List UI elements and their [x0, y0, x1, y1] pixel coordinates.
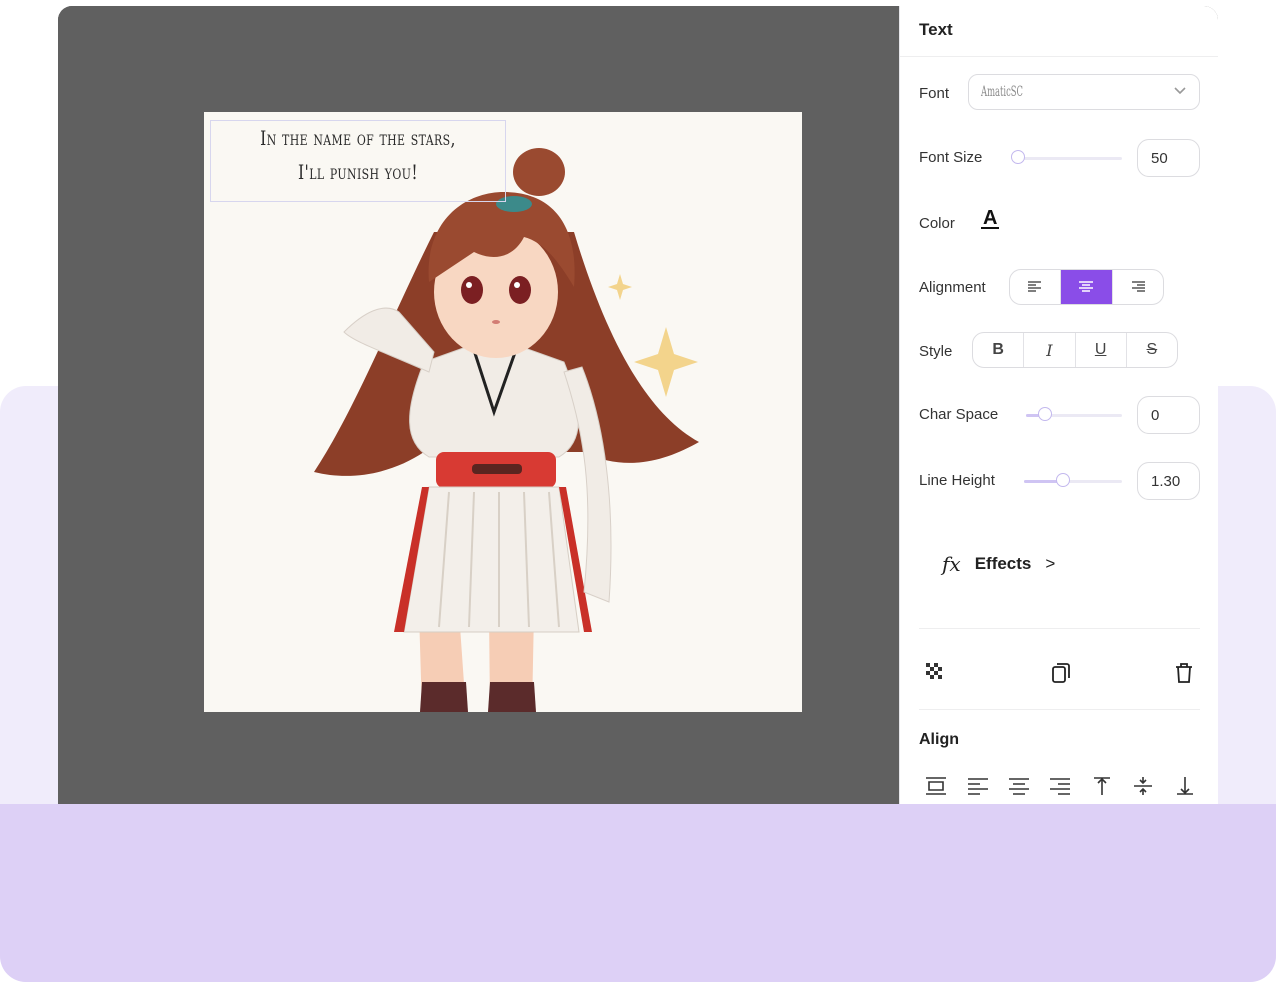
align-to-page-button[interactable]	[924, 776, 948, 801]
font-label: Font	[919, 85, 950, 102]
align-middle-v-button[interactable]	[1131, 776, 1155, 801]
text-color-picker[interactable]: A	[981, 208, 1000, 229]
style-segmented-control: B I U S	[972, 332, 1178, 368]
anime-character-illustration	[314, 148, 699, 712]
align-center-button[interactable]	[1061, 270, 1113, 304]
trash-icon	[1176, 663, 1192, 683]
alignment-label: Alignment	[919, 279, 986, 296]
divider	[919, 709, 1200, 710]
align-right-button[interactable]	[1113, 270, 1163, 304]
delete-button[interactable]	[1173, 661, 1195, 690]
transparency-button[interactable]	[924, 661, 946, 688]
align-section-title: Align	[919, 731, 959, 748]
effects-label: Effects	[974, 554, 1032, 573]
align-page-icon	[926, 777, 946, 795]
chevron-right-icon: >	[1045, 554, 1056, 573]
duplicate-icon	[1052, 663, 1070, 683]
line-height-label: Line Height	[919, 472, 995, 489]
align-right-icon	[1050, 778, 1070, 795]
char-space-input[interactable]: 0	[1137, 396, 1200, 434]
chevron-down-icon	[1174, 87, 1186, 95]
font-size-slider-thumb[interactable]	[1010, 150, 1025, 164]
panel-title: Text	[919, 20, 953, 39]
divider	[919, 628, 1200, 629]
font-size-input[interactable]: 50	[1137, 139, 1200, 177]
canvas-area: In the name of the stars, I'll punish yo…	[58, 6, 899, 804]
fx-icon: fx	[942, 552, 961, 576]
color-label: Color	[919, 215, 955, 232]
align-center-h-button[interactable]	[1007, 776, 1031, 801]
text-line-1: In the name of the stars,	[260, 126, 456, 150]
char-space-slider-thumb[interactable]	[1038, 407, 1053, 421]
font-size-slider[interactable]	[1010, 150, 1122, 164]
align-right-button-2[interactable]	[1048, 776, 1072, 801]
align-top-icon	[1094, 777, 1110, 795]
divider	[900, 56, 1218, 57]
align-center-h-icon	[1009, 778, 1029, 795]
effects-button[interactable]: fx Effects >	[942, 552, 1055, 576]
align-left-button[interactable]	[1010, 270, 1062, 304]
alignment-segmented-control	[1009, 269, 1164, 305]
align-middle-v-icon	[1134, 777, 1152, 795]
line-height-slider-thumb[interactable]	[1056, 473, 1071, 487]
strikethrough-button[interactable]: S	[1127, 333, 1177, 367]
align-center-icon	[1079, 281, 1094, 292]
line-height-slider[interactable]	[1024, 473, 1122, 487]
align-left-icon	[1028, 281, 1042, 292]
editor-window: In the name of the stars, I'll punish yo…	[58, 6, 1218, 804]
line-height-input[interactable]: 1.30	[1137, 462, 1200, 500]
style-label: Style	[919, 343, 953, 360]
align-left-button-2[interactable]	[966, 776, 990, 801]
align-bottom-button[interactable]	[1173, 776, 1197, 801]
font-size-label: Font Size	[919, 149, 983, 166]
font-select[interactable]: AmaticSC	[968, 74, 1200, 110]
duplicate-button[interactable]	[1050, 661, 1072, 690]
italic-button[interactable]: I	[1024, 333, 1076, 367]
underline-button[interactable]: U	[1076, 333, 1127, 367]
background-band	[0, 804, 1276, 982]
text-properties-panel: Text Font AmaticSC Font Size 50 Color A …	[899, 6, 1218, 804]
transparency-icon	[926, 663, 942, 679]
text-layer-box[interactable]: In the name of the stars, I'll punish yo…	[210, 120, 506, 202]
align-top-button[interactable]	[1090, 776, 1114, 801]
char-space-slider[interactable]	[1026, 407, 1122, 421]
bold-button[interactable]: B	[973, 333, 1025, 367]
align-bottom-icon	[1177, 777, 1193, 795]
artboard[interactable]: In the name of the stars, I'll punish yo…	[204, 112, 802, 712]
align-left-icon	[968, 778, 988, 795]
text-line-2: I'll punish you!	[298, 160, 418, 184]
align-right-icon	[1131, 281, 1145, 292]
char-space-label: Char Space	[919, 406, 999, 423]
font-value: AmaticSC	[981, 84, 1023, 100]
